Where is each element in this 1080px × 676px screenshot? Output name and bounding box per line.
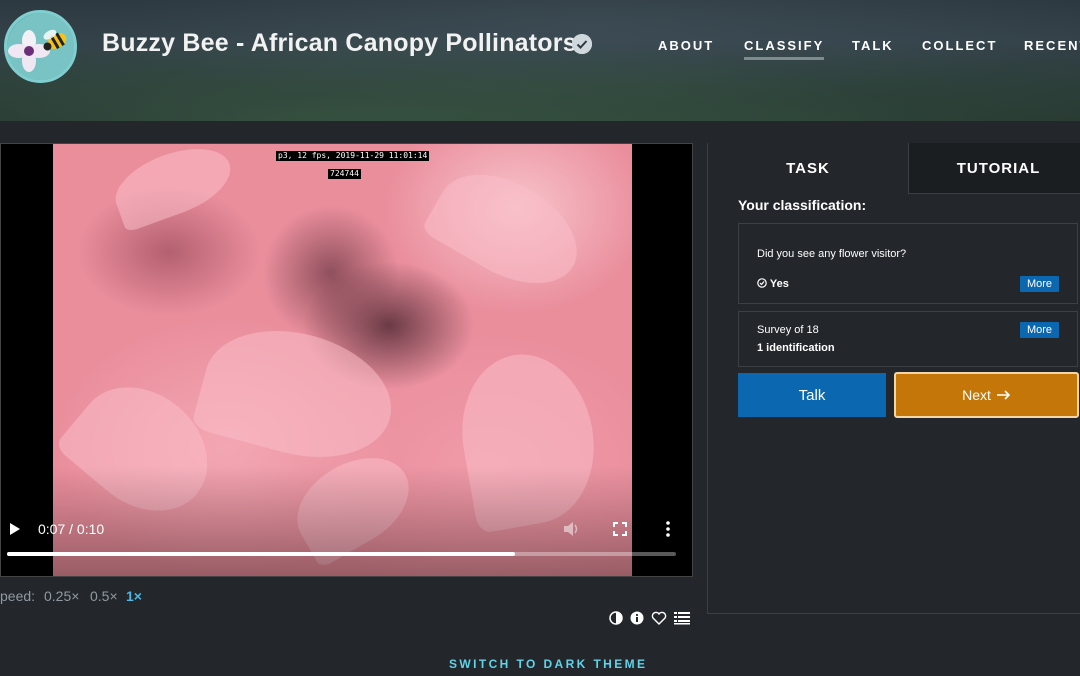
next-button[interactable]: Next xyxy=(894,372,1079,418)
speed-label: peed: xyxy=(0,588,36,604)
foliage-shape xyxy=(281,439,425,569)
more-button-survey[interactable]: More xyxy=(1020,322,1059,338)
favorite-heart-icon[interactable] xyxy=(651,611,667,625)
answer-row: Yes xyxy=(757,278,789,290)
nav-classify[interactable]: CLASSIFY xyxy=(744,38,825,60)
answer-text: Yes xyxy=(769,278,789,290)
speed-option-025[interactable]: 0.25× xyxy=(44,588,79,604)
play-icon[interactable] xyxy=(9,522,21,536)
classification-heading: Your classification: xyxy=(738,197,867,213)
foliage-shape xyxy=(190,311,406,477)
tab-tutorial[interactable]: TUTORIAL xyxy=(908,143,1080,194)
survey-summary-card xyxy=(738,311,1078,367)
survey-label: Survey of 18 xyxy=(757,324,819,336)
video-time-display: 0:07 / 0:10 xyxy=(38,521,105,537)
collection-list-icon[interactable] xyxy=(674,611,690,625)
identification-count: 1 identification xyxy=(757,342,835,354)
talk-button[interactable]: Talk xyxy=(738,373,886,417)
video-frame-id-overlay: 724744 xyxy=(328,169,361,179)
arrow-right-icon xyxy=(996,390,1011,400)
speed-option-1[interactable]: 1× xyxy=(126,588,142,604)
project-header: Buzzy Bee - African Canopy Pollinators A… xyxy=(0,0,1080,121)
foliage-shape xyxy=(106,144,240,233)
more-options-icon[interactable] xyxy=(665,521,671,537)
video-frame xyxy=(53,144,632,576)
more-button-question[interactable]: More xyxy=(1020,276,1059,292)
speed-option-05[interactable]: 0.5× xyxy=(90,588,118,604)
question-text: Did you see any flower visitor? xyxy=(757,248,907,260)
video-progress-bar[interactable] xyxy=(7,552,676,556)
nav-talk[interactable]: TALK xyxy=(852,38,894,53)
subject-tools xyxy=(609,610,690,626)
check-circle-icon xyxy=(757,278,767,288)
nav-about[interactable]: ABOUT xyxy=(658,38,714,53)
project-avatar-logo[interactable] xyxy=(4,10,77,83)
nav-recent[interactable]: RECENT xyxy=(1024,38,1080,53)
foliage-shape xyxy=(420,152,596,306)
nav-collect[interactable]: COLLECT xyxy=(922,38,997,53)
subject-video-player[interactable] xyxy=(0,143,693,577)
foliage-shape xyxy=(449,344,607,534)
video-progress-fill xyxy=(7,552,516,556)
next-button-label: Next xyxy=(962,387,991,403)
info-icon[interactable] xyxy=(630,611,644,625)
volume-icon[interactable] xyxy=(563,521,581,537)
tab-task[interactable]: TASK xyxy=(708,143,908,194)
verified-badge-icon xyxy=(572,34,592,54)
fullscreen-icon[interactable] xyxy=(613,522,627,536)
video-timestamp-overlay: p3, 12 fps, 2019-11-29 11:01:14 xyxy=(276,151,430,161)
invert-colors-icon[interactable] xyxy=(609,611,623,625)
project-title[interactable]: Buzzy Bee - African Canopy Pollinators xyxy=(102,29,577,58)
switch-theme-link[interactable]: SWITCH TO DARK THEME xyxy=(449,657,647,671)
